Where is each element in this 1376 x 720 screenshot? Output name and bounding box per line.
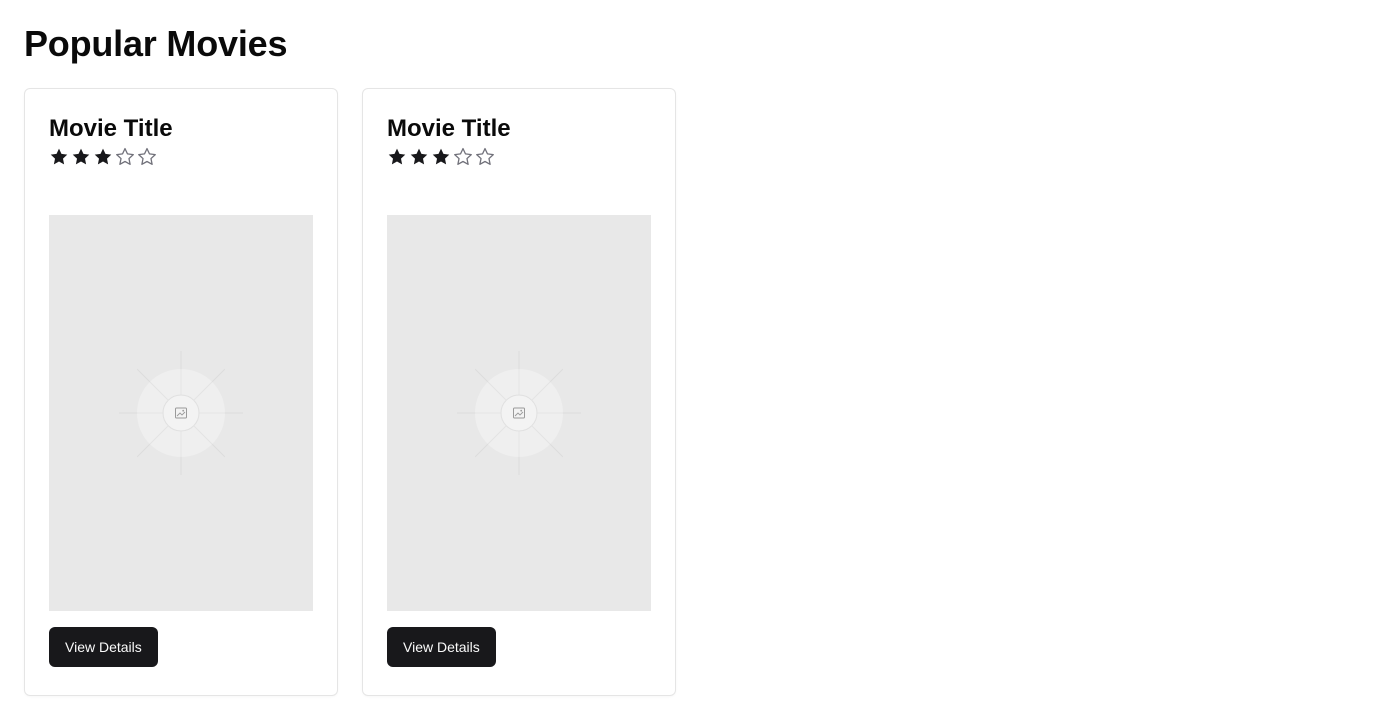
star-rating xyxy=(387,147,651,167)
star-filled-icon xyxy=(387,147,407,167)
star-rating xyxy=(49,147,313,167)
movie-card[interactable]: Movie Title View Details xyxy=(24,88,338,696)
star-empty-icon xyxy=(475,147,495,167)
movie-title: Movie Title xyxy=(49,115,173,142)
movie-grid: Movie Title View Details Movie Title Vie… xyxy=(24,88,1352,696)
image-placeholder-icon xyxy=(457,351,581,475)
movie-poster xyxy=(49,215,313,611)
star-filled-icon xyxy=(409,147,429,167)
movie-card[interactable]: Movie Title View Details xyxy=(362,88,676,696)
page: Popular Movies Movie Title View Details … xyxy=(0,0,1376,696)
star-empty-icon xyxy=(453,147,473,167)
star-filled-icon xyxy=(71,147,91,167)
star-filled-icon xyxy=(93,147,113,167)
movie-poster xyxy=(387,215,651,611)
view-details-button[interactable]: View Details xyxy=(49,627,158,667)
page-title: Popular Movies xyxy=(24,23,288,64)
star-empty-icon xyxy=(115,147,135,167)
image-placeholder-icon xyxy=(119,351,243,475)
star-empty-icon xyxy=(137,147,157,167)
star-filled-icon xyxy=(431,147,451,167)
view-details-button[interactable]: View Details xyxy=(387,627,496,667)
movie-title: Movie Title xyxy=(387,115,511,142)
star-filled-icon xyxy=(49,147,69,167)
